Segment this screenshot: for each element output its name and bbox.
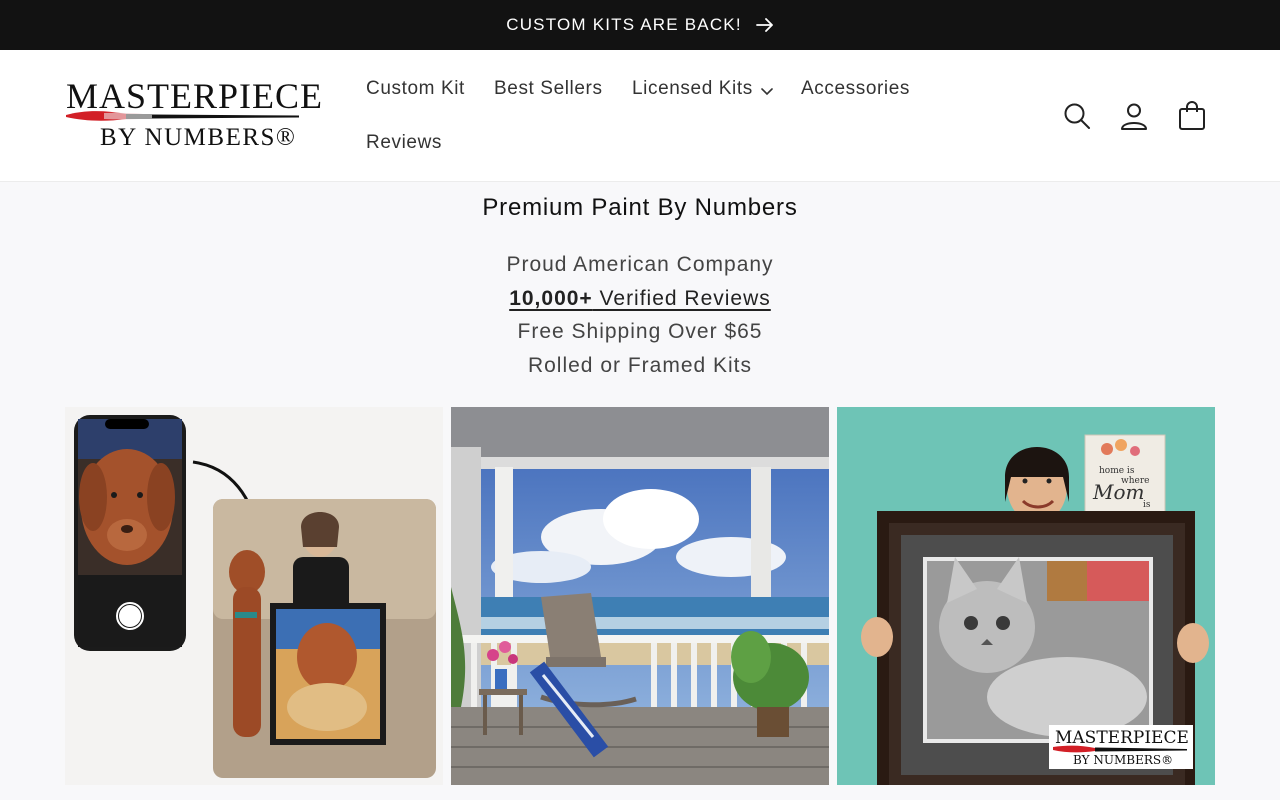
verified-reviews-link[interactable]: 10,000+ Verified Reviews [509, 287, 771, 310]
search-icon[interactable] [1057, 96, 1097, 136]
nav-best-sellers[interactable]: Best Sellers [494, 78, 603, 100]
nav-accessories[interactable]: Accessories [801, 78, 910, 100]
account-icon[interactable] [1114, 96, 1154, 136]
tile-custom-kit-dog[interactable] [65, 407, 443, 785]
arrow-right-icon [755, 18, 774, 32]
watermark-line2: BY NUMBERS® [1073, 753, 1173, 767]
announcement-text: CUSTOM KITS ARE BACK! [506, 15, 742, 34]
hero-company-line: Proud American Company [506, 253, 774, 276]
reviews-label: Verified Reviews [592, 287, 771, 310]
tile-framed-cat[interactable]: home is where Mom is MASTERPIECE BY NUMB… [837, 407, 1215, 785]
logo[interactable]: MASTERPIECE BY NUMBERS® [64, 78, 322, 158]
nav-licensed-kits[interactable]: Licensed Kits [632, 78, 753, 100]
hero-title: Premium Paint By Numbers [482, 194, 798, 221]
hero-reviews-line: 10,000+ Verified Reviews [0, 287, 1280, 311]
nav-reviews[interactable]: Reviews [366, 132, 442, 154]
nav-custom-kit[interactable]: Custom Kit [366, 78, 465, 100]
reviews-count: 10,000+ [509, 287, 593, 310]
logo-line2: BY NUMBERS® [100, 124, 297, 151]
hero-shipping-line: Free Shipping Over $65 [517, 320, 763, 343]
custom-kit-dog-image [65, 407, 443, 785]
cart-icon[interactable] [1172, 96, 1212, 136]
hero-kits-line: Rolled or Framed Kits [527, 354, 753, 377]
svg-text:Mom: Mom [1092, 480, 1144, 504]
beach-porch-painting-image [451, 407, 829, 785]
sign-text: home is [1099, 466, 1135, 476]
svg-text:is: is [1143, 500, 1151, 510]
announcement-bar[interactable]: CUSTOM KITS ARE BACK! [0, 0, 1280, 50]
site-header: MASTERPIECE BY NUMBERS® Custom Kit Best … [0, 50, 1280, 182]
framed-cat-painting-image: home is where Mom is MASTERPIECE BY NUMB… [837, 407, 1215, 785]
watermark-line1: MASTERPIECE [1055, 728, 1189, 748]
chevron-down-icon[interactable] [760, 84, 774, 102]
tile-beach-porch[interactable] [451, 407, 829, 785]
